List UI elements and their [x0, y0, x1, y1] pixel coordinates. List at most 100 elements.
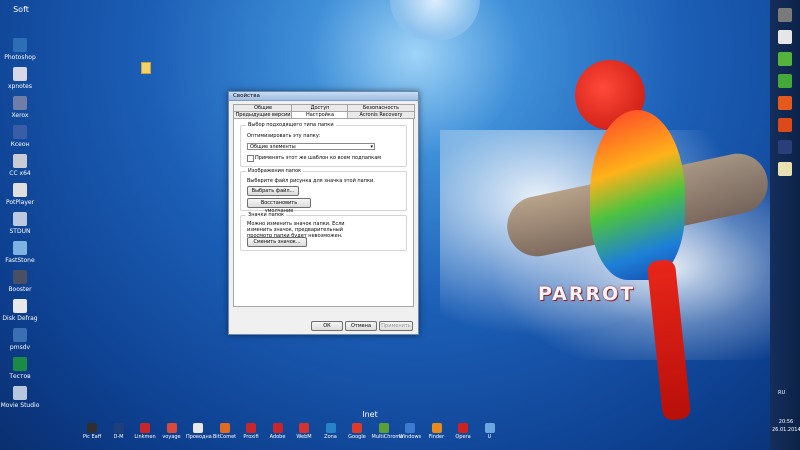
- launcher-item[interactable]: Windows: [398, 423, 422, 440]
- folder-type-select-value: Общие элементы: [250, 144, 296, 150]
- launcher-item[interactable]: MultiChrome: [371, 423, 404, 440]
- launcher-item[interactable]: Zona: [319, 423, 343, 440]
- sidebar-app-icon[interactable]: [778, 30, 792, 44]
- shortcut-icon: [13, 357, 27, 371]
- shortcut-icon: [13, 299, 27, 313]
- desktop-shortcut[interactable]: xpnotes: [0, 67, 40, 90]
- desktop-shortcut[interactable]: Photoshop: [0, 38, 40, 61]
- desktop-shortcut[interactable]: STDUN: [0, 212, 40, 235]
- launcher-label: Windows: [398, 434, 422, 440]
- restore-default-button[interactable]: Восстановить умолчание: [247, 198, 311, 214]
- shortcut-icon: [13, 183, 27, 197]
- launcher-label: Проводна: [186, 434, 212, 440]
- launcher-item[interactable]: Opera: [451, 423, 475, 440]
- shortcut-icon: [13, 386, 27, 400]
- desktop-shortcut[interactable]: Disk Defrag: [0, 299, 40, 322]
- launcher-item[interactable]: Проводна: [186, 423, 212, 440]
- sidebar-app-icon[interactable]: [778, 118, 792, 132]
- desktop-shortcut[interactable]: pmsdv: [0, 328, 40, 351]
- folder-icon[interactable]: [141, 62, 151, 74]
- group-folder-type: Выбор подходящего типа папки Оптимизиров…: [240, 122, 407, 167]
- parrot-body: [590, 110, 685, 280]
- tab-pane-customize: Выбор подходящего типа папки Оптимизиров…: [233, 118, 414, 307]
- launcher-icon: [458, 423, 468, 433]
- launcher-icon: [484, 423, 495, 433]
- launcher-item[interactable]: Proxifi: [239, 423, 263, 440]
- language-indicator[interactable]: RU: [778, 390, 785, 396]
- shortcut-icon: [13, 212, 27, 226]
- launcher-item[interactable]: Linkmen: [133, 423, 157, 440]
- launcher-label: Zona: [324, 434, 337, 440]
- launcher-label: BitComet: [212, 434, 237, 440]
- shortcut-icon: [13, 241, 27, 255]
- launcher-item[interactable]: Adobe: [266, 423, 290, 440]
- sidebar-app-icon[interactable]: [778, 162, 792, 176]
- launcher-label: voyage: [162, 434, 181, 440]
- clock-time: 20:56: [778, 419, 794, 425]
- launcher-label: Pic Eaff: [82, 434, 102, 440]
- desktop-group-soft: Soft: [13, 5, 29, 14]
- change-icon-button[interactable]: Сменить значок...: [247, 237, 307, 247]
- right-sidebar: [770, 0, 800, 450]
- sidebar-app-icon[interactable]: [778, 8, 792, 22]
- properties-dialog: Свойства Общие Доступ Безопасность Преды…: [228, 91, 419, 335]
- sidebar-app-icon[interactable]: [778, 74, 792, 88]
- apply-subfolders-checkbox[interactable]: [247, 155, 254, 162]
- shortcut-icon: [13, 328, 27, 342]
- shortcut-label: Тестов: [9, 373, 31, 380]
- optimize-label: Оптимизировать эту папку:: [247, 133, 321, 139]
- desktop-shortcut[interactable]: Xerox: [0, 96, 40, 119]
- launcher-item[interactable]: BitComet: [213, 423, 237, 440]
- launcher-label: Google: [348, 434, 366, 440]
- launcher-icon: [272, 423, 283, 433]
- launcher-label: MultiChrome: [371, 434, 404, 440]
- launcher-icon: [140, 423, 150, 433]
- launcher-item[interactable]: Pic Eaff: [80, 423, 104, 440]
- shortcut-label: Ксеон: [10, 141, 30, 148]
- launcher-label: Adobe: [269, 434, 286, 440]
- sidebar-app-icon[interactable]: [778, 96, 792, 110]
- launcher-label: Proxifi: [243, 434, 259, 440]
- desktop-shortcut[interactable]: FastStone: [0, 241, 40, 264]
- launcher-icon: [219, 423, 230, 433]
- shortcut-label: xpnotes: [7, 83, 32, 90]
- shortcut-label: PotPlayer: [5, 199, 35, 206]
- desktop-shortcut[interactable]: Ксеон: [0, 125, 40, 148]
- parrot-label: PARROT: [538, 283, 636, 305]
- launcher-item[interactable]: voyage: [160, 423, 184, 440]
- launcher-label: Linkmen: [134, 434, 156, 440]
- apply-subfolders-label: Применять этот же шаблон ко всем подпапк…: [255, 155, 382, 161]
- launcher-icon: [325, 423, 336, 433]
- desktop-shortcut[interactable]: Movie Studio: [0, 386, 40, 409]
- launcher-label: U: [487, 434, 492, 440]
- launcher-item[interactable]: Finder: [425, 423, 449, 440]
- desktop-shortcut[interactable]: CC x64: [0, 154, 40, 177]
- shortcut-label: Photoshop: [4, 54, 36, 61]
- clock[interactable]: 20:56 26.01.2014: [772, 418, 800, 434]
- launcher-label: Opera: [455, 434, 471, 440]
- launcher-item[interactable]: D-M: [107, 423, 131, 440]
- launcher-item[interactable]: U: [478, 423, 502, 440]
- launcher-icon: [193, 423, 203, 433]
- ok-button[interactable]: ОК: [311, 321, 343, 331]
- moon: [390, 0, 480, 40]
- group-folder-pictures: Изображения папок Выберите файл рисунка …: [240, 168, 407, 214]
- launcher-label: WebM: [296, 434, 312, 440]
- folder-type-select[interactable]: Общие элементы ▾: [247, 143, 375, 150]
- launcher-icon: [378, 423, 389, 433]
- apply-button[interactable]: Применить: [379, 321, 413, 331]
- desktop-shortcut[interactable]: Тестов: [0, 357, 40, 380]
- cancel-button[interactable]: Отмена: [345, 321, 377, 331]
- sidebar-app-icon[interactable]: [778, 52, 792, 66]
- launcher-icon: [113, 423, 124, 433]
- desktop-shortcut[interactable]: Booster: [0, 270, 40, 293]
- shortcut-label: Movie Studio: [0, 402, 40, 409]
- launcher-item[interactable]: Google: [345, 423, 369, 440]
- choose-file-button[interactable]: Выбрать файл...: [247, 186, 299, 196]
- shortcut-icon: [13, 154, 27, 168]
- dialog-title[interactable]: Свойства: [229, 92, 418, 101]
- launcher-item[interactable]: WebM: [292, 423, 316, 440]
- sidebar-app-icon[interactable]: [778, 140, 792, 154]
- desktop-shortcut[interactable]: PotPlayer: [0, 183, 40, 206]
- shortcut-label: Disk Defrag: [2, 315, 38, 322]
